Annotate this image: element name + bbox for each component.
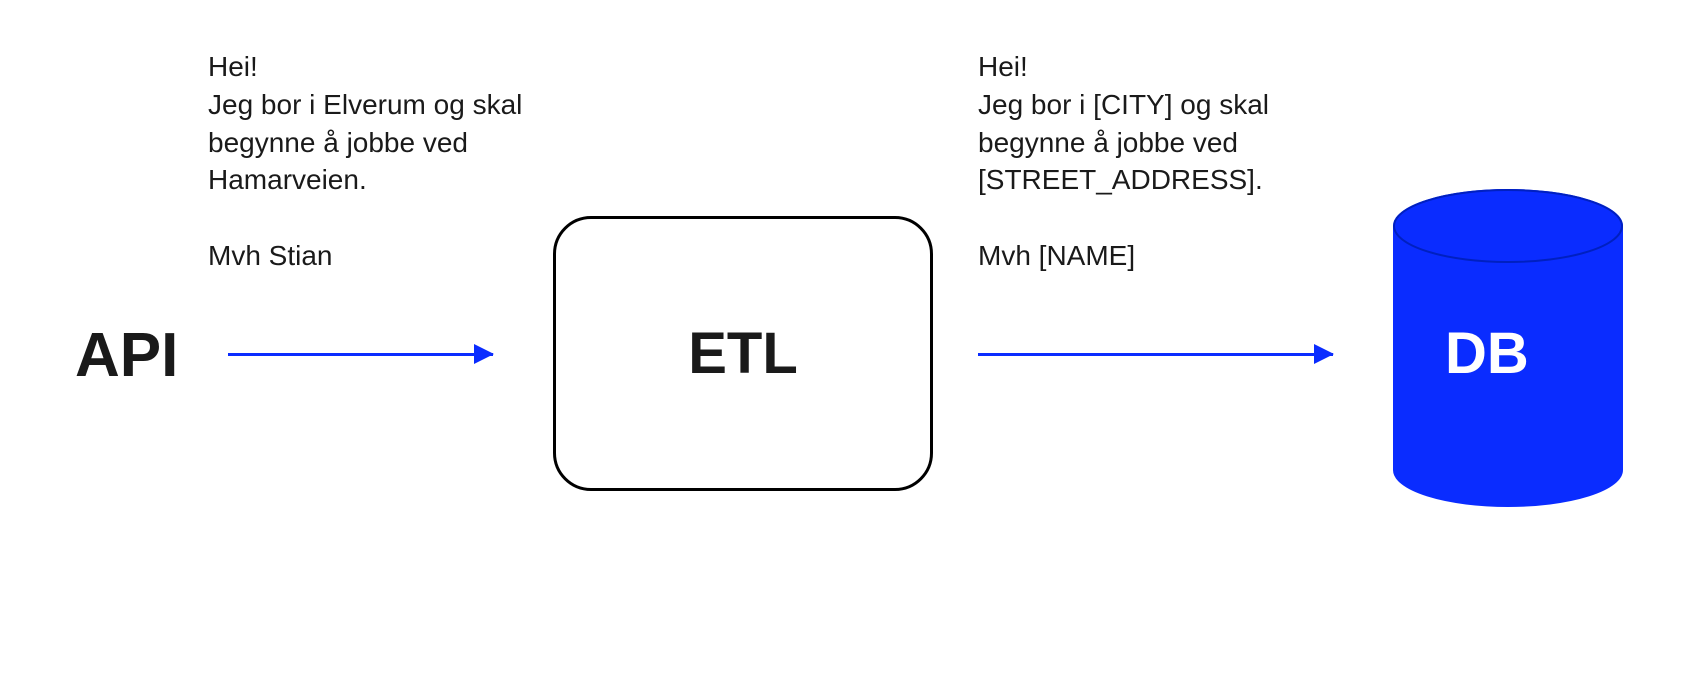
arrow-api-to-etl <box>228 353 493 356</box>
db-node-label: DB <box>1445 320 1529 387</box>
etl-node: ETL <box>553 216 933 491</box>
etl-flow-diagram: API Hei! Jeg bor i Elverum og skal begyn… <box>0 0 1700 690</box>
api-node-label: API <box>75 320 178 391</box>
input-sample-text: Hei! Jeg bor i Elverum og skal begynne å… <box>208 48 538 275</box>
arrow-etl-to-db <box>978 353 1333 356</box>
output-sample-text: Hei! Jeg bor i [CITY] og skal begynne å … <box>978 48 1368 275</box>
etl-node-label: ETL <box>688 320 798 387</box>
